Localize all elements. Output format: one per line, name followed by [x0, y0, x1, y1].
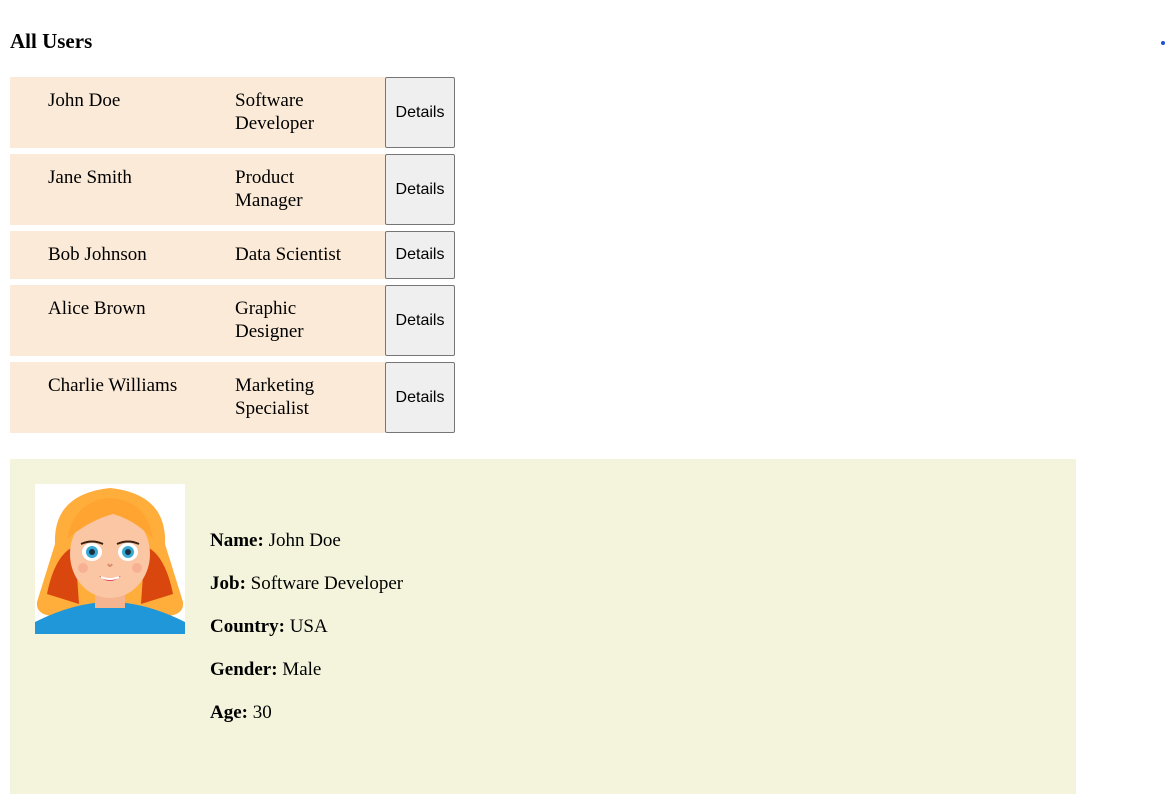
- info-gender: Gender: Male: [210, 659, 322, 680]
- user-name: John Doe: [48, 90, 121, 111]
- user-job: Graphic Designer: [235, 298, 304, 342]
- details-button[interactable]: Details: [385, 77, 455, 148]
- user-name: Charlie Williams: [48, 375, 178, 396]
- user-row: John Doe Software Developer Details: [10, 77, 455, 148]
- user-row: Charlie Williams Marketing Specialist De…: [10, 362, 455, 433]
- user-job: Marketing Specialist: [235, 375, 315, 419]
- cartoon-avatar-icon: [35, 488, 185, 634]
- details-button[interactable]: Details: [385, 154, 455, 225]
- info-name: Name: John Doe: [210, 530, 341, 551]
- user-detail-panel: Name: John Doe Job: Software Developer C…: [10, 459, 1076, 794]
- user-info: Name: John Doe Job: Software Developer C…: [210, 529, 403, 744]
- user-job: Data Scientist: [235, 244, 342, 265]
- corner-dot-icon: [1161, 41, 1165, 45]
- user-list: John Doe Software Developer Details Jane…: [10, 77, 455, 439]
- page-title: All Users: [10, 29, 93, 53]
- user-row: Bob Johnson Data Scientist Details: [10, 231, 455, 279]
- info-job: Job: Software Developer: [210, 573, 404, 594]
- user-row: Alice Brown Graphic Designer Details: [10, 285, 455, 356]
- user-name: Jane Smith: [48, 167, 132, 188]
- avatar: [35, 484, 185, 634]
- user-job: Software Developer: [235, 90, 315, 134]
- info-age: Age: 30: [210, 702, 272, 723]
- user-name: Alice Brown: [48, 298, 146, 319]
- user-name: Bob Johnson: [48, 244, 147, 265]
- details-button[interactable]: Details: [385, 362, 455, 433]
- info-country: Country: USA: [210, 616, 328, 637]
- details-button[interactable]: Details: [385, 231, 455, 279]
- user-job: Product Manager: [235, 167, 303, 211]
- details-button[interactable]: Details: [385, 285, 455, 356]
- user-row: Jane Smith Product Manager Details: [10, 154, 455, 225]
